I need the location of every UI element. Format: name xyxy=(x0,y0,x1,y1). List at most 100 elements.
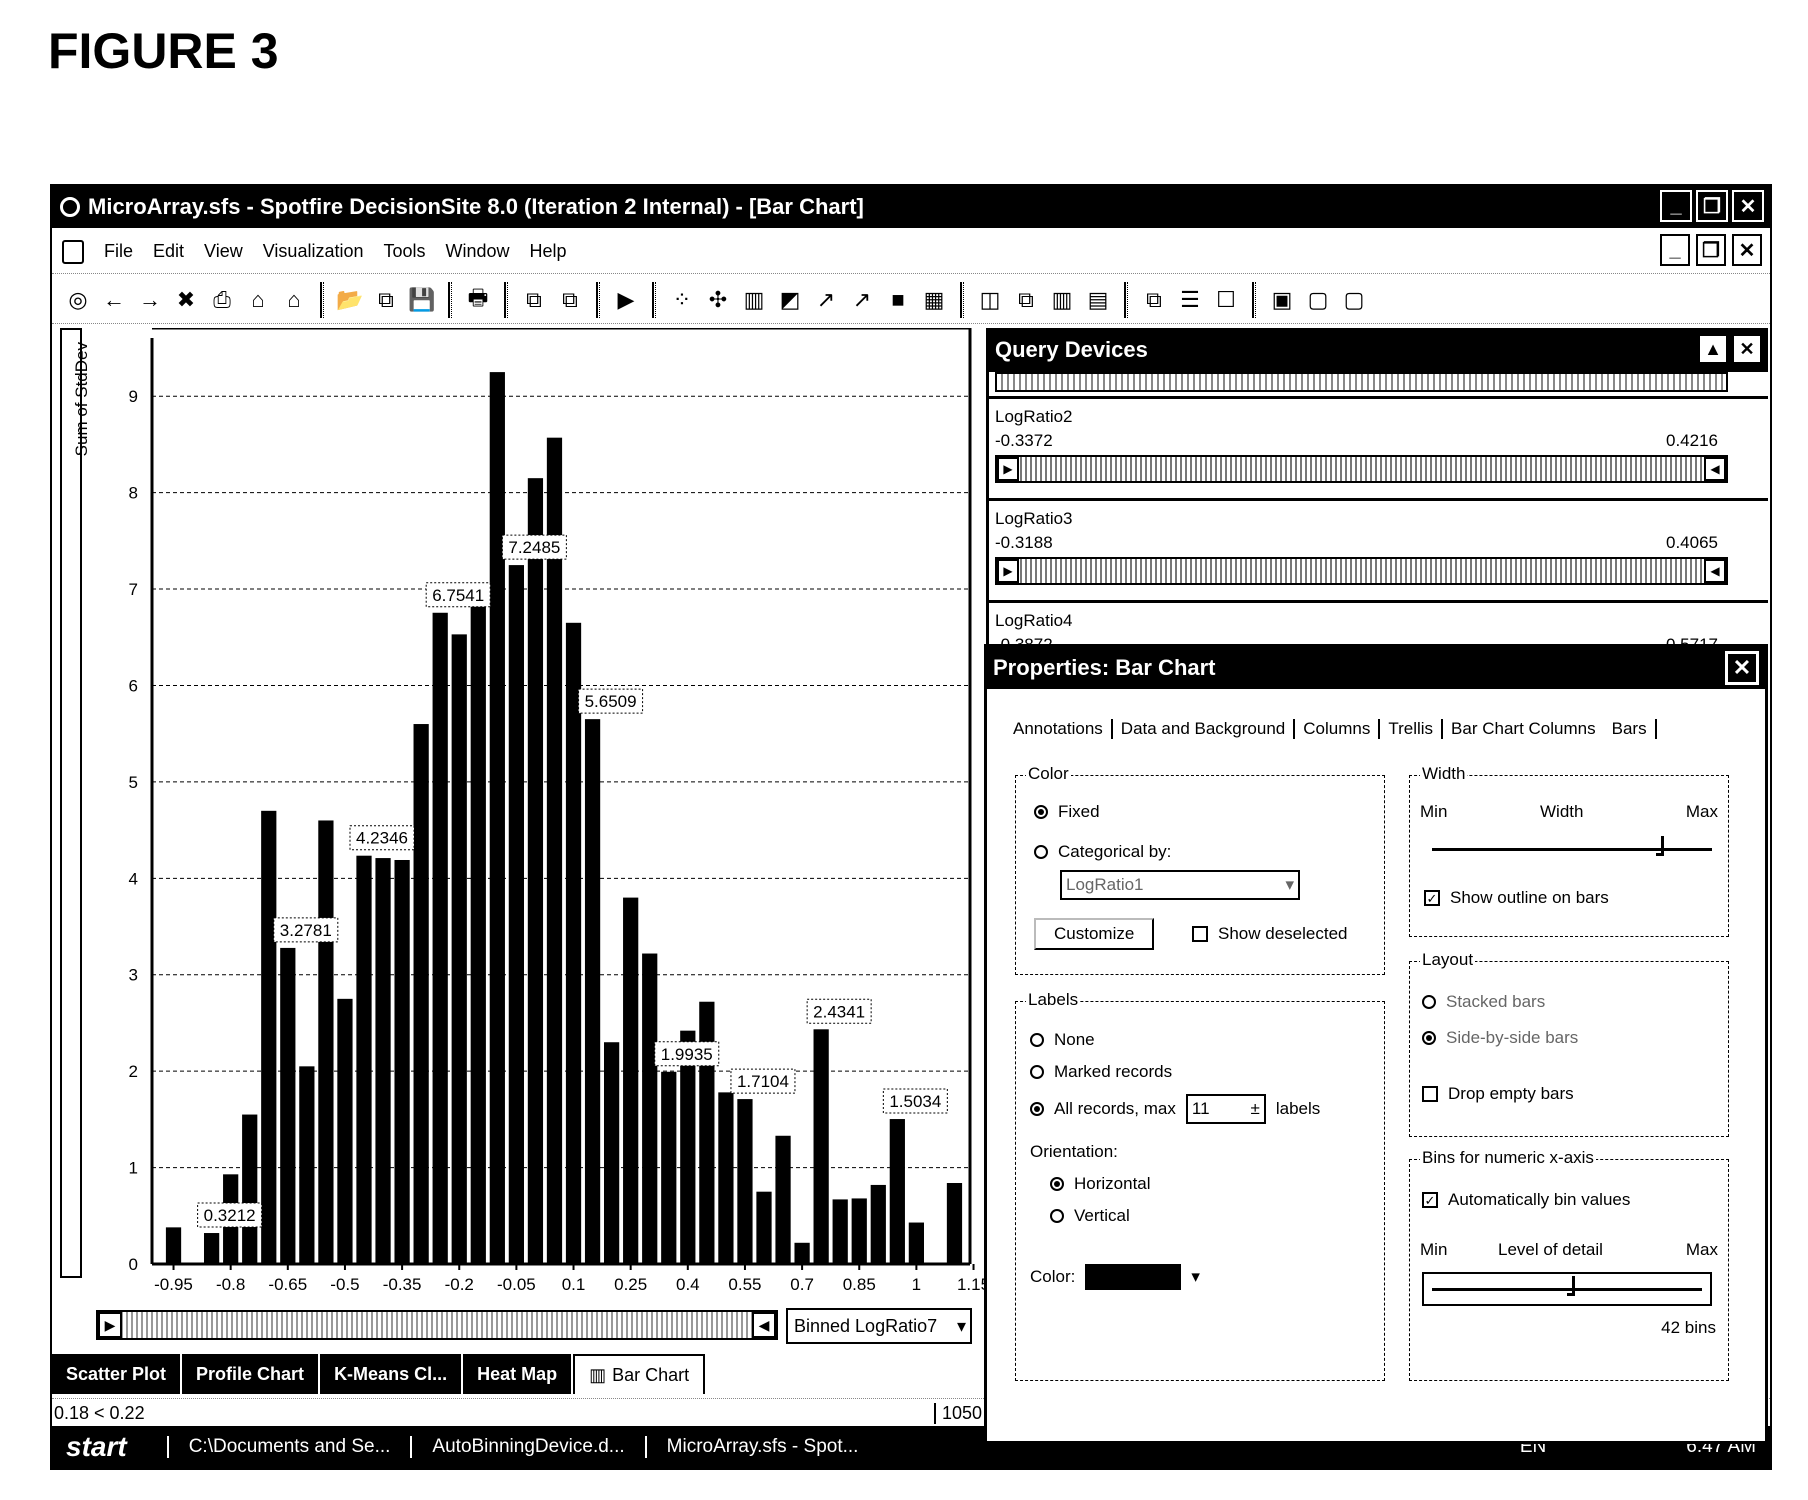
tab-annotations[interactable]: Annotations xyxy=(1005,719,1113,739)
menu-window[interactable]: Window xyxy=(446,241,510,262)
max-labels-stepper[interactable]: 11 ± xyxy=(1185,1094,1266,1124)
toolbar-button-icon[interactable]: ◩ xyxy=(774,284,806,316)
customize-button[interactable]: Customize xyxy=(1034,918,1155,950)
bar[interactable] xyxy=(299,1066,315,1264)
toolbar-button-icon[interactable]: ✖ xyxy=(170,284,202,316)
level-of-detail-thumb[interactable] xyxy=(1567,1276,1575,1296)
toolbar-button-icon[interactable]: ⧉ xyxy=(1010,284,1042,316)
toolbar-button-icon[interactable]: 📂 xyxy=(334,284,366,316)
bar[interactable] xyxy=(394,859,410,1264)
labels-none-radio[interactable] xyxy=(1030,1033,1044,1047)
tab-columns[interactable]: Columns xyxy=(1295,719,1381,739)
toolbar-button-icon[interactable]: ⌂ xyxy=(242,284,274,316)
bar[interactable] xyxy=(946,1183,963,1264)
bar[interactable] xyxy=(242,1114,258,1264)
toolbar-button-icon[interactable]: → xyxy=(134,284,166,316)
tab-profile-chart[interactable]: Profile Chart xyxy=(182,1354,321,1394)
show-outline-checkbox[interactable]: ✓ xyxy=(1424,890,1440,906)
toolbar-button-icon[interactable]: ⧉ xyxy=(554,284,586,316)
labels-all-radio[interactable] xyxy=(1030,1102,1044,1116)
side-by-side-radio[interactable] xyxy=(1422,1031,1436,1045)
toolbar-button-icon[interactable]: ◫ xyxy=(974,284,1006,316)
drop-empty-bars-checkbox[interactable] xyxy=(1422,1086,1438,1102)
toolbar-button-icon[interactable]: ⎙ xyxy=(206,284,238,316)
toolbar-button-icon[interactable]: ◎ xyxy=(62,284,94,316)
bar[interactable] xyxy=(623,897,639,1264)
toolbar-button-icon[interactable]: ▢ xyxy=(1338,284,1370,316)
tab-bar-chart-columns[interactable]: Bar Chart Columns xyxy=(1443,719,1604,739)
menu-file[interactable]: File xyxy=(104,241,133,262)
label-color-picker[interactable] xyxy=(1085,1264,1182,1290)
bar[interactable] xyxy=(813,1029,829,1264)
bar[interactable] xyxy=(584,719,601,1264)
menu-tools[interactable]: Tools xyxy=(383,241,425,262)
range-slider[interactable]: ▶ ◀ xyxy=(995,455,1728,483)
task-explorer[interactable]: C:\Documents and Se... xyxy=(166,1436,411,1458)
show-deselected-checkbox[interactable] xyxy=(1192,926,1208,942)
bar[interactable] xyxy=(699,1001,715,1264)
doc-minimize-button[interactable]: _ xyxy=(1660,234,1690,266)
tab-bar-chart[interactable]: ▥ Bar Chart xyxy=(573,1354,706,1394)
bar[interactable] xyxy=(718,1092,734,1264)
bar[interactable] xyxy=(527,478,544,1264)
tab-scatter-plot[interactable]: Scatter Plot xyxy=(52,1354,183,1394)
bar[interactable] xyxy=(508,565,524,1264)
task-document[interactable]: AutoBinningDevice.d... xyxy=(410,1436,644,1458)
range-slider[interactable]: ▶ ◀ xyxy=(995,557,1728,585)
toolbar-button-icon[interactable]: ☐ xyxy=(1210,284,1242,316)
bar[interactable] xyxy=(889,1119,905,1264)
width-slider[interactable] xyxy=(1432,848,1712,851)
toolbar-button-icon[interactable]: ⧉ xyxy=(1138,284,1170,316)
toolbar-button-icon[interactable]: ▶ xyxy=(610,284,642,316)
menu-view[interactable]: View xyxy=(204,241,243,262)
labels-marked-radio[interactable] xyxy=(1030,1065,1044,1079)
doc-restore-button[interactable]: ❐ xyxy=(1696,234,1726,266)
toolbar-button-icon[interactable]: ▤ xyxy=(1082,284,1114,316)
bar[interactable] xyxy=(165,1227,182,1264)
toolbar-button-icon[interactable]: ▥ xyxy=(1046,284,1078,316)
menu-edit[interactable]: Edit xyxy=(153,241,184,262)
task-spotfire[interactable]: MicroArray.sfs - Spot... xyxy=(644,1436,879,1458)
toolbar-button-icon[interactable]: ⌂ xyxy=(278,284,310,316)
restore-button[interactable]: ❐ xyxy=(1696,190,1728,222)
collapse-icon[interactable]: ▲ xyxy=(1698,334,1728,364)
toolbar-button-icon[interactable]: ⧉ xyxy=(518,284,550,316)
menu-visualization[interactable]: Visualization xyxy=(263,241,364,262)
bar[interactable] xyxy=(280,947,296,1264)
tab-bars[interactable]: Bars xyxy=(1604,719,1657,739)
toolbar-button-icon[interactable]: ✣ xyxy=(702,284,734,316)
bar[interactable] xyxy=(604,1042,620,1264)
document-icon[interactable] xyxy=(62,239,84,264)
bar[interactable] xyxy=(546,437,563,1264)
bar[interactable] xyxy=(756,1191,772,1264)
start-button[interactable]: start xyxy=(52,1431,167,1463)
categorical-column-select[interactable]: LogRatio1 ▾ xyxy=(1060,870,1300,900)
minimize-button[interactable]: _ xyxy=(1660,190,1692,222)
scroll-right-arrow-icon[interactable]: ◀ xyxy=(752,1312,776,1338)
scroll-left-arrow-icon[interactable]: ▶ xyxy=(98,1312,122,1338)
bar[interactable] xyxy=(451,634,467,1264)
toolbar-button-icon[interactable]: 💾 xyxy=(406,284,438,316)
toolbar-button-icon[interactable]: 🖶 xyxy=(462,284,494,316)
bar[interactable] xyxy=(356,855,372,1264)
bar[interactable] xyxy=(642,953,658,1264)
auto-bin-checkbox[interactable]: ✓ xyxy=(1422,1192,1438,1208)
toolbar-button-icon[interactable]: ⁘ xyxy=(666,284,698,316)
categorical-radio[interactable] xyxy=(1034,845,1048,859)
toolbar-button-icon[interactable]: ↗ xyxy=(846,284,878,316)
toolbar-button-icon[interactable]: ▢ xyxy=(1302,284,1334,316)
bar[interactable] xyxy=(432,612,448,1264)
chevron-down-icon[interactable]: ▾ xyxy=(1191,1267,1200,1287)
toolbar-button-icon[interactable]: ■ xyxy=(882,284,914,316)
query-device-slider[interactable] xyxy=(995,372,1728,392)
bar[interactable] xyxy=(565,622,582,1264)
bar[interactable] xyxy=(908,1222,924,1264)
close-icon[interactable]: ✕ xyxy=(1732,334,1762,364)
bar[interactable] xyxy=(318,820,334,1264)
toolbar-button-icon[interactable]: ▥ xyxy=(738,284,770,316)
toolbar-button-icon[interactable]: ▦ xyxy=(918,284,950,316)
toolbar-button-icon[interactable]: ← xyxy=(98,284,130,316)
vertical-radio[interactable] xyxy=(1050,1209,1064,1223)
bar[interactable] xyxy=(870,1184,886,1264)
bar[interactable] xyxy=(413,724,429,1264)
